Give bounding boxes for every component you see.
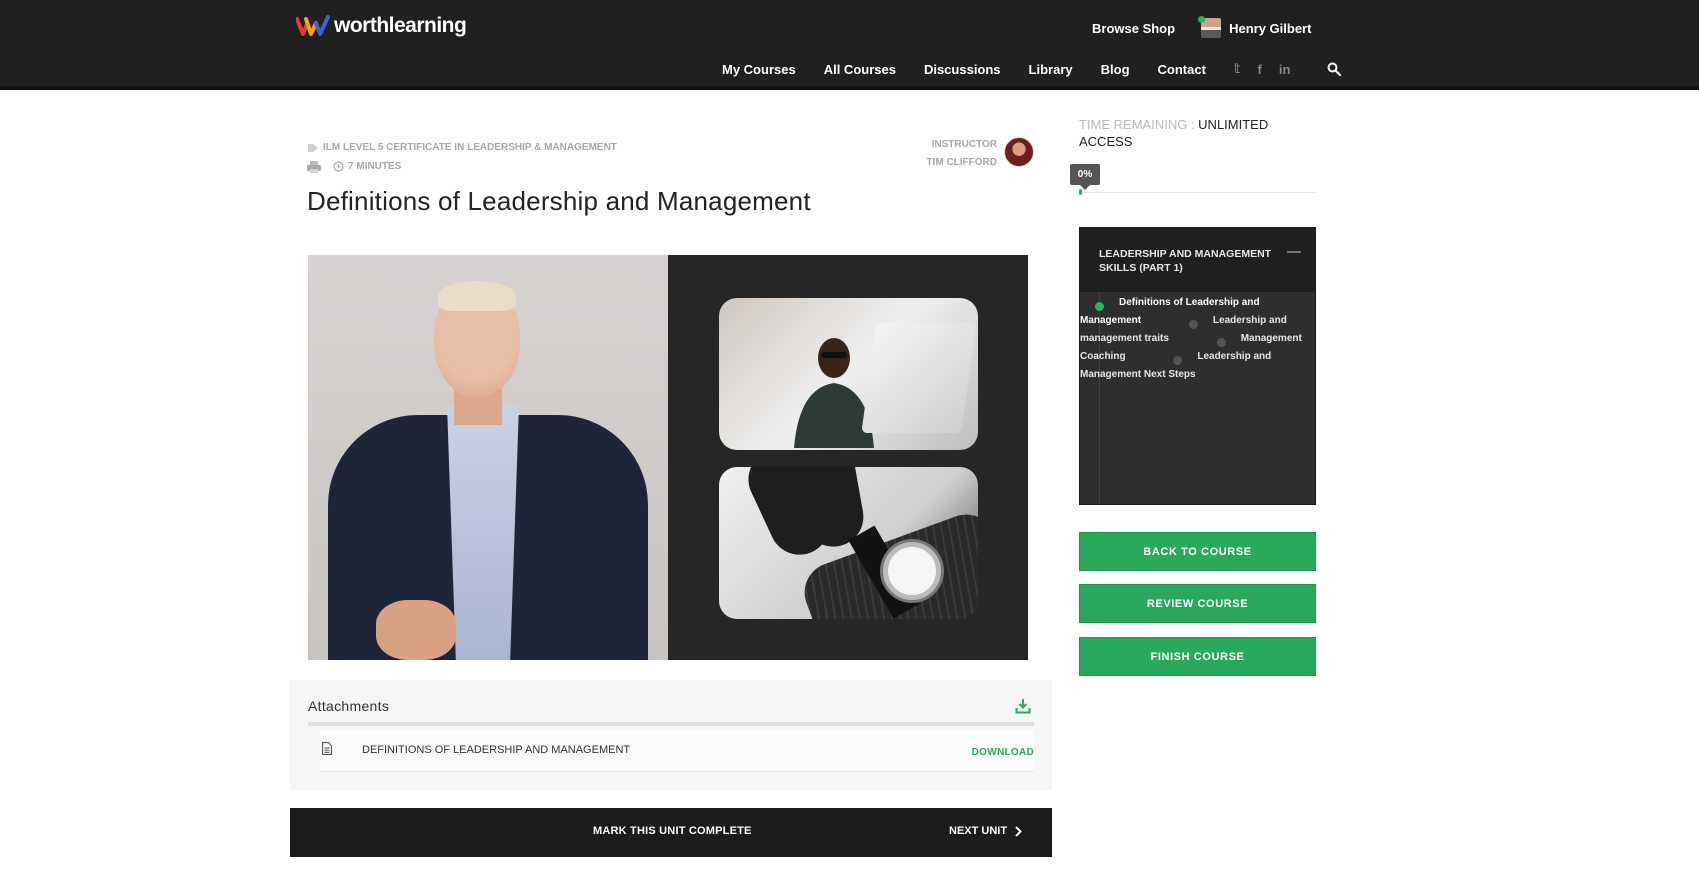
course-curriculum: LEADERSHIP AND MANAGEMENT SKILLS (PART 1…	[1079, 227, 1316, 505]
print-icon[interactable]	[307, 160, 321, 173]
course-tag-link[interactable]: ILM LEVEL 5 CERTIFICATE IN LEADERSHIP & …	[323, 138, 617, 157]
attachment-download-link[interactable]: DOWNLOAD	[972, 747, 1034, 758]
chevron-right-icon	[1015, 825, 1022, 837]
time-remaining-label: TIME REMAINING :	[1079, 117, 1199, 132]
instructor-label: INSTRUCTOR	[931, 139, 997, 150]
video-image-laptop-worker	[719, 298, 978, 450]
instructor-name[interactable]: TIM CLIFFORD	[926, 157, 997, 168]
unit-action-bar: MARK THIS UNIT COMPLETE NEXT UNIT	[290, 808, 1052, 857]
unit-status-dot	[1173, 356, 1183, 365]
unit-status-dot	[1095, 302, 1104, 311]
time-remaining: TIME REMAINING : UNLIMITED ACCESS	[1079, 116, 1299, 150]
attachment-name: DEFINITIONS OF LEADERSHIP AND MANAGEMENT	[362, 744, 631, 756]
site-header: worthlearning Browse Shop Henry Gilbert …	[0, 0, 1699, 90]
watch-face	[883, 542, 941, 600]
back-to-course-button[interactable]: BACK TO COURSE	[1079, 532, 1316, 571]
nav-discussions[interactable]: Discussions	[924, 62, 1001, 77]
tag-icon	[308, 143, 318, 152]
nav-contact[interactable]: Contact	[1158, 62, 1206, 77]
curriculum-unit-list: Definitions of Leadership and Management…	[1080, 292, 1315, 504]
attachments-divider	[308, 722, 1034, 726]
unit-duration: 7 MINUTES	[348, 161, 402, 172]
main-nav: My Courses All Courses Discussions Libra…	[722, 61, 1342, 77]
laptop-shape	[861, 323, 977, 433]
header-account-area: Browse Shop Henry Gilbert	[1092, 16, 1312, 38]
attachments-panel: Attachments DEFINITIONS OF LEADERSHIP AN…	[290, 680, 1052, 790]
document-icon	[322, 742, 332, 755]
user-name: Henry Gilbert	[1229, 20, 1312, 36]
presenter-hand	[376, 600, 456, 660]
user-menu[interactable]: Henry Gilbert	[1198, 16, 1312, 38]
facebook-icon[interactable]: f	[1258, 62, 1262, 77]
next-unit-button[interactable]: NEXT UNIT	[949, 825, 1022, 837]
instructor-avatar[interactable]	[1004, 137, 1034, 167]
course-progress-bar	[1079, 189, 1316, 195]
twitter-icon[interactable]: 𝕥	[1234, 61, 1241, 77]
instructor-info: INSTRUCTOR TIM CLIFFORD	[923, 136, 997, 172]
site-logo[interactable]: worthlearning	[296, 14, 467, 38]
unit-title: Definitions of Leadership and Management	[307, 186, 811, 216]
review-course-button[interactable]: REVIEW COURSE	[1079, 584, 1316, 623]
unit-video[interactable]	[308, 255, 1028, 660]
user-avatar	[1198, 16, 1222, 38]
logo-mark-icon	[296, 15, 330, 36]
mark-complete-button[interactable]: MARK THIS UNIT COMPLETE	[593, 825, 752, 837]
presenter-frame	[308, 255, 668, 660]
nav-library[interactable]: Library	[1029, 62, 1073, 77]
search-icon[interactable]	[1327, 62, 1342, 76]
nav-blog[interactable]: Blog	[1101, 62, 1130, 77]
progress-percent-badge: 0%	[1070, 164, 1100, 190]
attachment-row: DEFINITIONS OF LEADERSHIP AND MANAGEMENT…	[320, 730, 1034, 772]
download-all-icon[interactable]	[1015, 698, 1031, 714]
nav-all-courses[interactable]: All Courses	[824, 62, 896, 77]
browse-shop-link[interactable]: Browse Shop	[1092, 21, 1175, 36]
unit-meta: ILM LEVEL 5 CERTIFICATE IN LEADERSHIP & …	[307, 138, 617, 176]
finish-course-button[interactable]: FINISH COURSE	[1079, 637, 1316, 676]
attachments-title: Attachments	[308, 698, 390, 714]
curriculum-section-title: LEADERSHIP AND MANAGEMENT SKILLS (PART 1…	[1099, 248, 1272, 274]
clock-icon	[333, 161, 344, 172]
collapse-icon[interactable]	[1287, 251, 1301, 253]
nav-my-courses[interactable]: My Courses	[722, 62, 796, 77]
video-image-watch	[719, 467, 978, 619]
presenter-hair	[438, 281, 516, 311]
linkedin-icon[interactable]: in	[1279, 62, 1291, 77]
logo-text: worthlearning	[334, 14, 467, 37]
next-unit-label: NEXT UNIT	[949, 825, 1008, 837]
course-progress-fill	[1079, 189, 1082, 195]
unit-status-dot	[1188, 320, 1198, 329]
